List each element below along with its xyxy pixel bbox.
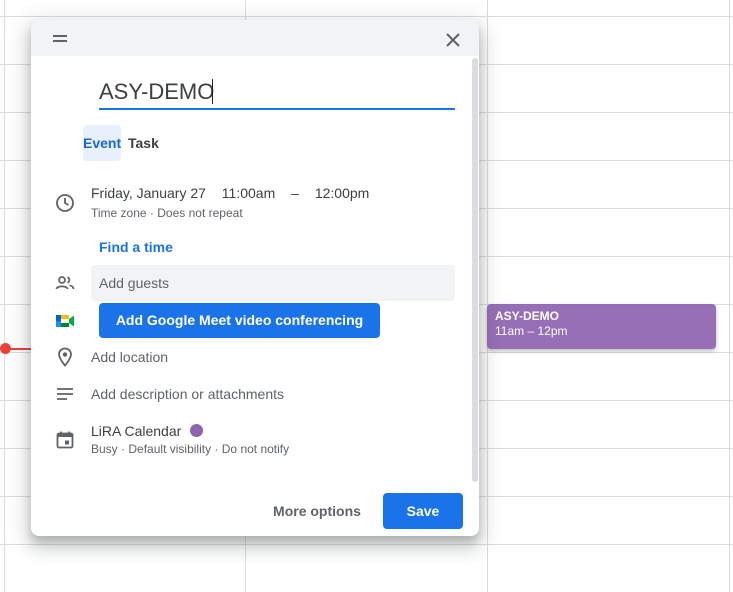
quick-event-dialog: Event Task Friday, January 27 11:00am – … — [31, 20, 479, 536]
separator-dot: · — [121, 442, 126, 456]
text-caret — [212, 79, 213, 104]
add-description-field[interactable]: Add description or attachments — [91, 386, 284, 402]
calendar-icon — [55, 430, 75, 450]
save-button[interactable]: Save — [383, 493, 463, 529]
grid-column-divider — [4, 0, 5, 592]
visibility-selector[interactable]: Default visibility — [128, 442, 211, 456]
recurrence-selector[interactable]: Does not repeat — [157, 206, 242, 220]
grid-hour-line — [0, 16, 733, 17]
calendar-subline: Busy · Default visibility · Do not notif… — [91, 442, 289, 456]
calendar-selector[interactable]: LiRA Calendar — [91, 423, 181, 439]
tab-task[interactable]: Task — [128, 125, 164, 161]
tab-event[interactable]: Event — [83, 125, 121, 161]
date-time-selector[interactable]: Friday, January 27 11:00am – 12:00pm — [91, 185, 381, 201]
scrollbar[interactable] — [472, 58, 478, 482]
separator-dot: · — [149, 206, 154, 220]
location-pin-icon — [55, 347, 75, 367]
google-meet-icon — [55, 311, 75, 331]
close-button[interactable] — [441, 28, 465, 52]
grid-column-divider — [729, 0, 730, 592]
separator-dot: · — [214, 442, 219, 456]
grid-column-divider — [487, 0, 488, 592]
add-location-field[interactable]: Add location — [91, 349, 168, 365]
event-start-time[interactable]: 11:00am — [222, 185, 275, 201]
calendar-color-dot[interactable] — [190, 424, 203, 437]
add-guests-input[interactable] — [91, 265, 455, 301]
dialog-header[interactable] — [31, 20, 479, 56]
availability-selector[interactable]: Busy — [91, 442, 118, 456]
people-icon — [55, 273, 75, 293]
close-icon — [446, 33, 460, 47]
grid-hour-line — [0, 544, 733, 545]
event-title-input[interactable] — [99, 76, 455, 110]
event-date[interactable]: Friday, January 27 — [91, 185, 206, 201]
find-a-time-link[interactable]: Find a time — [99, 239, 173, 255]
description-icon — [55, 384, 75, 404]
event-chip[interactable]: ASY-DEMO 11am – 12pm — [487, 304, 716, 349]
event-chip-time: 11am – 12pm — [495, 324, 568, 338]
clock-icon — [55, 193, 75, 213]
notification-selector[interactable]: Do not notify — [222, 442, 289, 456]
event-chip-title: ASY-DEMO — [495, 309, 560, 323]
timezone-link[interactable]: Time zone — [91, 206, 147, 220]
time-separator: – — [291, 185, 299, 201]
add-meet-button[interactable]: Add Google Meet video conferencing — [99, 303, 380, 338]
drag-handle-icon[interactable] — [53, 35, 67, 42]
date-subline: Time zone · Does not repeat — [91, 206, 243, 220]
current-time-dot — [0, 343, 11, 354]
more-options-button[interactable]: More options — [272, 493, 362, 529]
event-end-time[interactable]: 12:00pm — [315, 185, 369, 201]
